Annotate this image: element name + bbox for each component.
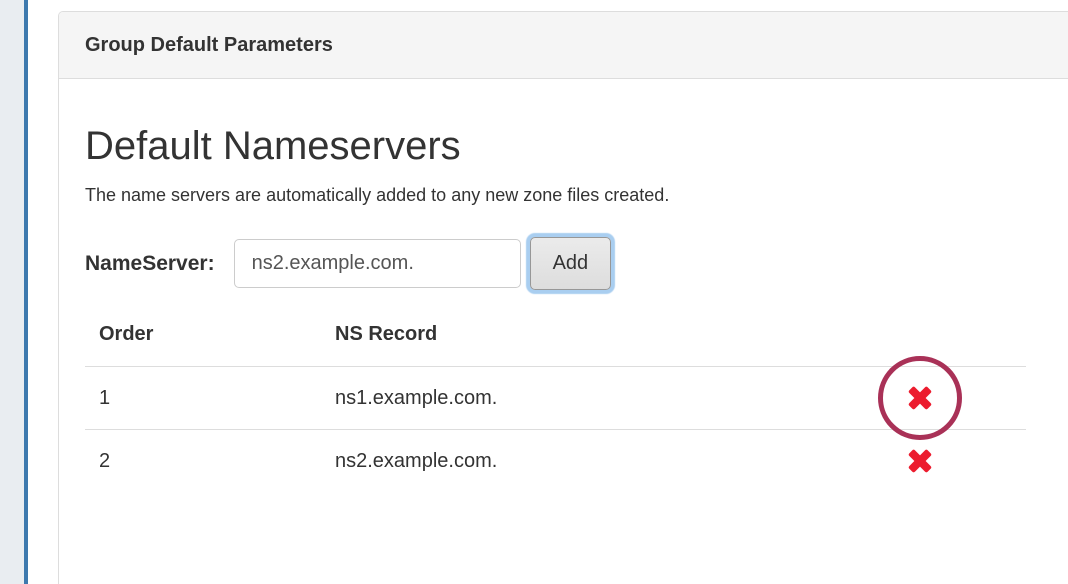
ns-record-cell: ns1.example.com. xyxy=(321,367,814,430)
order-cell: 2 xyxy=(85,430,321,493)
page: Group Default Parameters Default Nameser… xyxy=(0,0,1068,584)
page-title: Default Nameservers xyxy=(85,123,1026,169)
column-header-ns-record: NS Record xyxy=(321,311,814,367)
sidebar-accent-bar xyxy=(24,0,28,584)
sidebar-strip xyxy=(0,0,24,584)
column-header-actions xyxy=(814,311,1026,367)
delete-x-icon[interactable] xyxy=(908,386,932,410)
column-header-order: Order xyxy=(85,311,321,367)
panel-header: Group Default Parameters xyxy=(59,12,1068,79)
ns-record-cell: ns2.example.com. xyxy=(321,430,814,493)
order-cell: 1 xyxy=(85,367,321,430)
add-button[interactable]: Add xyxy=(530,237,612,290)
action-cell xyxy=(814,367,1026,430)
nameserver-input[interactable] xyxy=(234,239,521,288)
nameserver-form: NameServer: Add xyxy=(85,237,1026,290)
table-row: 2 ns2.example.com. xyxy=(85,430,1026,493)
page-description: The name servers are automatically added… xyxy=(85,185,1026,206)
delete-x-icon[interactable] xyxy=(908,449,932,473)
panel-title: Group Default Parameters xyxy=(85,34,333,57)
table-row: 1 ns1.example.com. xyxy=(85,367,1026,430)
action-cell xyxy=(814,430,1026,493)
nameserver-label: NameServer: xyxy=(85,252,215,276)
group-default-parameters-panel: Group Default Parameters Default Nameser… xyxy=(58,11,1068,584)
nameservers-table: Order NS Record 1 ns1.example.com. xyxy=(85,311,1026,492)
table-header-row: Order NS Record xyxy=(85,311,1026,367)
panel-body: Default Nameservers The name servers are… xyxy=(59,123,1068,492)
